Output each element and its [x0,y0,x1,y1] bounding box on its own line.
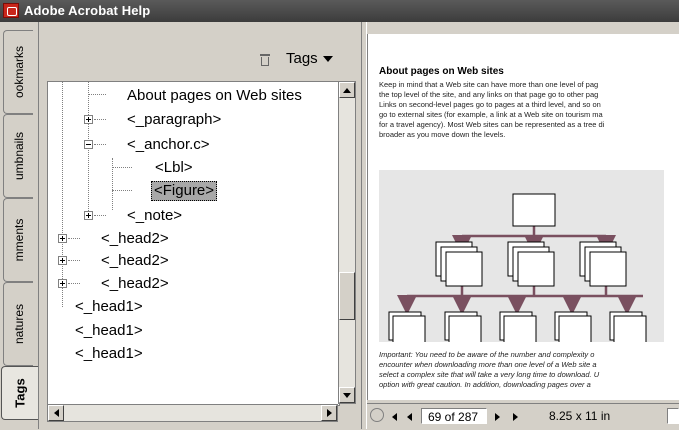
tree-node[interactable]: <_anchor.c> [127,136,210,154]
tab-thumbnails[interactable]: umbnails [3,114,33,198]
expand-icon[interactable] [58,279,67,288]
document-view: About pages on Web sites Keep in mind th… [367,34,679,400]
arrow-left-icon [54,409,59,417]
arrow-down-icon [343,393,351,398]
tags-panel-toolbar: Tags [38,46,360,76]
scroll-right-button[interactable] [321,405,337,421]
next-page-icon [495,413,500,421]
tree-node[interactable]: <Lbl> [155,159,193,177]
tree-connector [88,82,89,217]
arrow-right-icon [327,409,332,417]
tags-menu-label: Tags [286,50,318,67]
status-bar: 69 of 287 8.25 x 11 in [367,403,679,430]
previous-page-button[interactable] [407,410,412,424]
tree-node[interactable]: <_head1> [75,322,143,340]
expand-icon[interactable] [84,115,93,124]
previous-page-icon [407,413,412,421]
page-number-field[interactable]: 69 of 287 [421,408,487,424]
tree-connector [94,119,106,120]
tags-options-menu[interactable]: Tags [286,50,333,67]
page-size-text: 8.25 x 11 in [549,409,611,423]
site-tree-figure [379,170,664,345]
tree-node[interactable]: <_head2> [101,230,169,248]
tree-connector [88,94,106,95]
page-size-display: 8.25 x 11 in [533,408,665,424]
tree-node[interactable]: About pages on Web sites [127,87,302,105]
tree-connector [112,190,132,191]
tree-node[interactable]: <_head2> [101,252,169,270]
last-page-icon [513,413,518,421]
tree-connector [68,283,80,284]
first-page-icon [392,413,397,421]
next-page-button[interactable] [495,410,500,424]
tree-node[interactable]: <_head2> [101,275,169,293]
tab-signatures[interactable]: natures [3,282,33,366]
tree-node[interactable]: <_note> [127,207,182,225]
expand-icon[interactable] [84,211,93,220]
tree-horizontal-scrollbar[interactable] [47,404,338,422]
tab-tags-label: Tags [12,378,28,408]
expand-icon[interactable] [58,256,67,265]
first-page-button[interactable] [392,410,397,424]
tags-tree: About pages on Web sites <_paragraph> <_… [47,81,340,406]
tree-vertical-scrollbar[interactable] [338,81,356,404]
tree-connector [68,260,80,261]
acrobat-icon [3,3,19,18]
tab-comments-label: mments [11,218,26,262]
trash-icon[interactable] [260,54,270,66]
scroll-thumb[interactable] [339,272,355,320]
chevron-down-icon [322,56,333,63]
tree-connector [94,215,106,216]
tab-thumbnails-label: umbnails [11,131,26,181]
split-window-icon[interactable] [370,408,384,422]
page-layout-icon[interactable] [667,408,679,424]
title-bar: Adobe Acrobat Help [0,0,679,22]
site-tree-diagram [388,193,647,345]
tree-node[interactable]: <_head1> [75,298,143,316]
document-important-note: Important: You need to be aware of the n… [379,350,600,389]
tree-connector [112,158,113,210]
tree-node[interactable]: <_paragraph> [127,111,221,129]
window-title: Adobe Acrobat Help [24,3,151,18]
arrow-up-icon [343,88,351,93]
page-number-text: 69 of 287 [428,410,479,424]
tab-signatures-label: natures [11,303,26,345]
last-page-button[interactable] [513,410,518,424]
tab-tags[interactable]: Tags [1,366,38,420]
tree-node-selected[interactable]: <Figure> [151,181,218,201]
tree-connector [94,144,106,145]
scroll-left-button[interactable] [48,405,64,421]
navigation-tabs: ookmarks umbnails mments natures Tags [0,22,39,429]
collapse-icon[interactable] [84,140,93,149]
scroll-down-button[interactable] [339,387,355,403]
document-body: Keep in mind that a Web site can have mo… [379,80,605,139]
scroll-up-button[interactable] [339,82,355,98]
tree-node[interactable]: <_head1> [75,345,143,363]
tab-bookmarks-label: ookmarks [11,45,26,99]
tree-connector [112,167,132,168]
tree-connector [62,82,63,307]
tab-bookmarks[interactable]: ookmarks [3,30,33,114]
tab-comments[interactable]: mments [3,198,33,282]
tree-connector [68,238,80,239]
document-heading: About pages on Web sites [379,66,504,77]
expand-icon[interactable] [58,234,67,243]
